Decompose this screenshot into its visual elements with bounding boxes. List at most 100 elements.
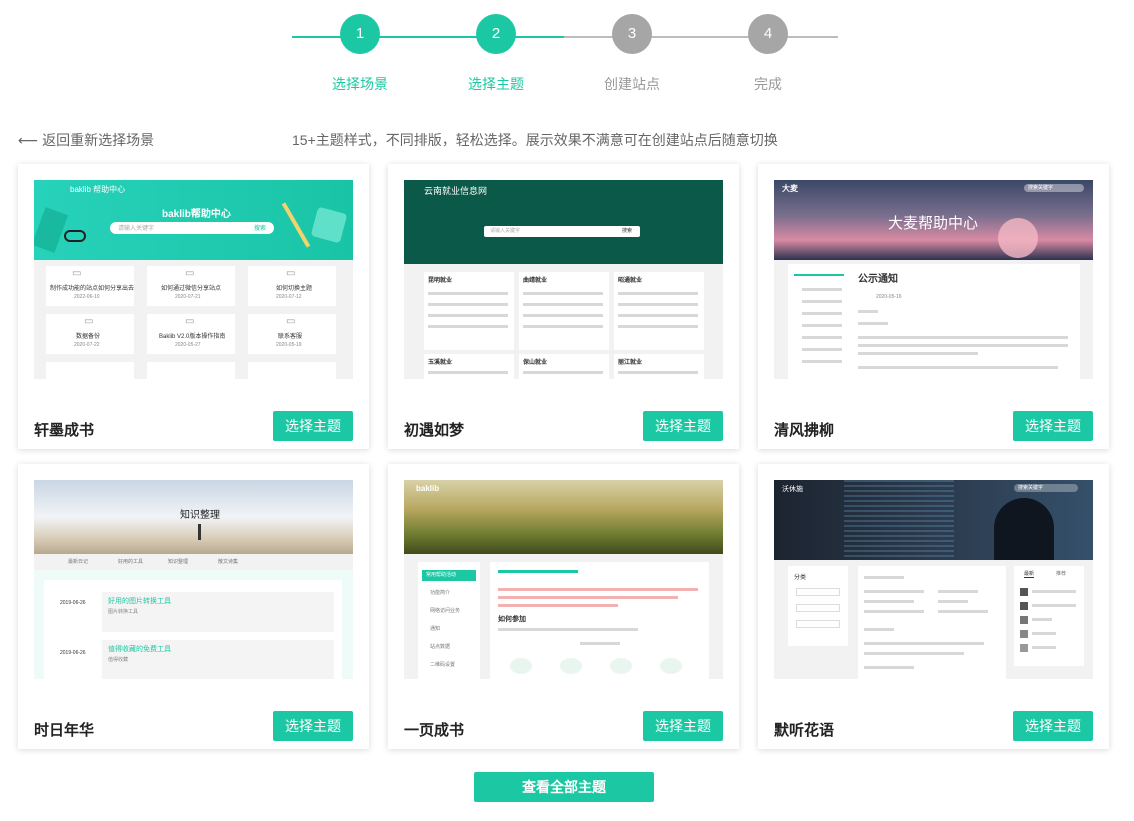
step-2: 2 选择主题 — [436, 14, 556, 94]
preview-search: 搜索关键字 — [1024, 184, 1084, 192]
preview-sidebar: 常用帮助活动 功能简介 网络访问业务 通知 站点数据 二维码设置 — [418, 562, 480, 679]
preview-card-title: 数据备份 — [76, 334, 101, 340]
preview-sidebar-item: 站点数据 — [430, 644, 451, 650]
glasses-icon — [64, 230, 86, 242]
preview-sidebar-item: 常用帮助活动 — [426, 572, 457, 578]
preview-card-date: 2020-07-12 — [276, 294, 302, 300]
theme-name: 时日年华 — [34, 722, 95, 739]
step-2-label: 选择主题 — [468, 76, 524, 92]
preview-article — [858, 566, 1006, 679]
theme-preview-image: 沃休施 搜索关键字 分类 最新 推荐 — [774, 480, 1093, 679]
preview-sidebar-item: 网络访问业务 — [430, 608, 461, 614]
preview-column-title: 昭通就业 — [618, 278, 643, 284]
preview-card-item: ▭ 制作成功能的站点如何分享出去 2022-06-10 — [46, 266, 134, 306]
preview-column-title: 曲靖就业 — [523, 278, 548, 284]
preview-card-date: 2022-06-10 — [74, 294, 100, 300]
preview-column: 丽江就业 — [614, 354, 704, 379]
theme-card[interactable]: 大麦 搜索关键字 大麦帮助中心 公示通知 2020-05-16 清风拂柳 选择主… — [758, 164, 1109, 449]
preview-article: 如何参加 — [490, 562, 709, 679]
preview-card-date: 2020-05-27 — [175, 342, 201, 348]
step-1: 1 选择场景 — [300, 14, 420, 94]
preview-card-title: Baklib V2.0版本操作指南 — [159, 334, 226, 340]
preview-column: 保山就业 — [519, 354, 609, 379]
preview-article-title: 公示通知 — [858, 274, 898, 285]
theme-name: 清风拂柳 — [774, 422, 835, 439]
theme-preview-image: baklib 帮助中心 baklib帮助中心 请输入关键字 搜索 ▭ 制作成功能… — [34, 180, 353, 379]
preview-post-list: 2019-06-26 好用的图片转换工具 图片转换工具 2019-06-26 值… — [44, 580, 342, 679]
preview-article: 公示通知 2020-05-16 — [788, 264, 1080, 379]
view-all-themes-button[interactable]: 查看全部主题 — [474, 772, 654, 802]
preview-column: 昆明就业 — [424, 272, 514, 350]
preview-logo: 沃休施 — [782, 486, 803, 493]
preview-search-placeholder: 请输入关键字 — [490, 228, 521, 234]
step-3-label: 创建站点 — [604, 76, 660, 92]
preview-nav-item: 最新日记 — [68, 559, 89, 565]
preview-card-title: 联系客服 — [278, 334, 303, 340]
folder-icon: ▭ — [84, 316, 94, 327]
step-4: 4 完成 — [708, 14, 828, 94]
theme-card[interactable]: 云南就业信息网 请输入关键字 搜索 昆明就业 曲靖就业 昭通就业 玉溪就业 保山… — [388, 164, 739, 449]
choose-theme-button[interactable]: 选择主题 — [1013, 711, 1093, 741]
person-silhouette — [198, 524, 201, 540]
preview-card-title: 制作成功能的站点如何分享出去 — [50, 286, 135, 292]
preview-sidebar-item: 功能简介 — [430, 590, 451, 596]
preview-card-date: 2020-07-21 — [175, 294, 201, 300]
sunset-decor — [998, 218, 1038, 258]
choose-theme-button[interactable]: 选择主题 — [1013, 411, 1093, 441]
preview-hero — [404, 480, 723, 554]
back-to-scene-link[interactable]: ⟵ 返回重新选择场景 — [18, 130, 154, 150]
step-3-circle: 3 — [612, 14, 652, 54]
preview-post-date: 2019-06-26 — [60, 600, 86, 606]
preview-logo: baklib — [416, 484, 440, 493]
step-1-label: 选择场景 — [332, 76, 388, 92]
preview-logo: 大麦 — [782, 184, 798, 193]
choose-theme-button[interactable]: 选择主题 — [643, 411, 723, 441]
preview-nav-item: 散文诗集 — [218, 559, 239, 565]
code-decor — [844, 480, 954, 560]
preview-search: 搜索关键字 — [1014, 484, 1078, 492]
preview-hero-title: 大麦帮助中心 — [888, 215, 979, 232]
theme-preview-image: baklib 常用帮助活动 功能简介 网络访问业务 通知 站点数据 二维码设置 … — [404, 480, 723, 679]
theme-card[interactable]: baklib 常用帮助活动 功能简介 网络访问业务 通知 站点数据 二维码设置 … — [388, 464, 739, 749]
preview-search-placeholder: 搜索关键字 — [1018, 485, 1044, 491]
preview-nav-item: 知识整理 — [168, 559, 189, 565]
folder-icon: ▭ — [72, 268, 82, 279]
theme-name: 默听花语 — [774, 722, 835, 739]
preview-hero-title: baklib帮助中心 — [162, 209, 231, 220]
preview-article-heading: 如何参加 — [498, 616, 526, 623]
preview-card-date: 2020-05-19 — [276, 342, 302, 348]
preview-post-date: 2019-06-26 — [60, 650, 86, 656]
theme-name: 轩墨成书 — [34, 422, 95, 439]
theme-card[interactable]: 沃休施 搜索关键字 分类 最新 推荐 默听花语 选择主题 — [758, 464, 1109, 749]
preview-tabs-panel: 最新 推荐 — [1014, 566, 1084, 666]
preview-post-desc: 值得收藏 — [108, 657, 129, 663]
preview-logo: baklib 帮助中心 — [70, 185, 126, 194]
preview-hero-title: 知识整理 — [180, 510, 220, 521]
preview-card-title: 如何切换主题 — [276, 286, 313, 292]
theme-preview-image: 云南就业信息网 请输入关键字 搜索 昆明就业 曲靖就业 昭通就业 玉溪就业 保山… — [404, 180, 723, 379]
choose-theme-button[interactable]: 选择主题 — [643, 711, 723, 741]
preview-card-item: ▭ 联系客服 2020-05-19 — [248, 314, 336, 354]
preview-sidebar: 分类 — [788, 566, 848, 646]
preview-column-title: 保山就业 — [523, 360, 548, 366]
theme-name: 一页成书 — [404, 722, 465, 739]
preview-card-item — [147, 362, 235, 379]
step-1-circle: 1 — [340, 14, 380, 54]
theme-card[interactable]: 知识整理 最新日记 好用的工具 知识整理 散文诗集 2019-06-26 好用的… — [18, 464, 369, 749]
folder-icon: ▭ — [185, 268, 195, 279]
preview-post-title: 值得收藏的免费工具 — [108, 646, 171, 653]
preview-search-button: 搜索 — [622, 228, 633, 234]
choose-theme-button[interactable]: 选择主题 — [273, 411, 353, 441]
preview-search-placeholder: 搜索关键字 — [1028, 185, 1054, 191]
preview-sidebar-item: 二维码设置 — [430, 662, 456, 668]
choose-theme-button[interactable]: 选择主题 — [273, 711, 353, 741]
theme-selection-page: 1 选择场景 2 选择主题 3 创建站点 4 完成 ⟵ 返回重新选择场景 15+主… — [0, 0, 1134, 821]
theme-hint-text: 15+主题样式，不同排版，轻松选择。展示效果不满意可在创建站点后随意切换 — [292, 132, 778, 148]
person-silhouette — [994, 498, 1054, 560]
preview-sidebar-item: 通知 — [430, 626, 441, 632]
preview-column: 曲靖就业 — [519, 272, 609, 350]
preview-column-title: 玉溪就业 — [428, 360, 453, 366]
preview-card-item: ▭ 如何通过微信分享站点 2020-07-21 — [147, 266, 235, 306]
theme-preview-image: 知识整理 最新日记 好用的工具 知识整理 散文诗集 2019-06-26 好用的… — [34, 480, 353, 679]
theme-card[interactable]: baklib 帮助中心 baklib帮助中心 请输入关键字 搜索 ▭ 制作成功能… — [18, 164, 369, 449]
